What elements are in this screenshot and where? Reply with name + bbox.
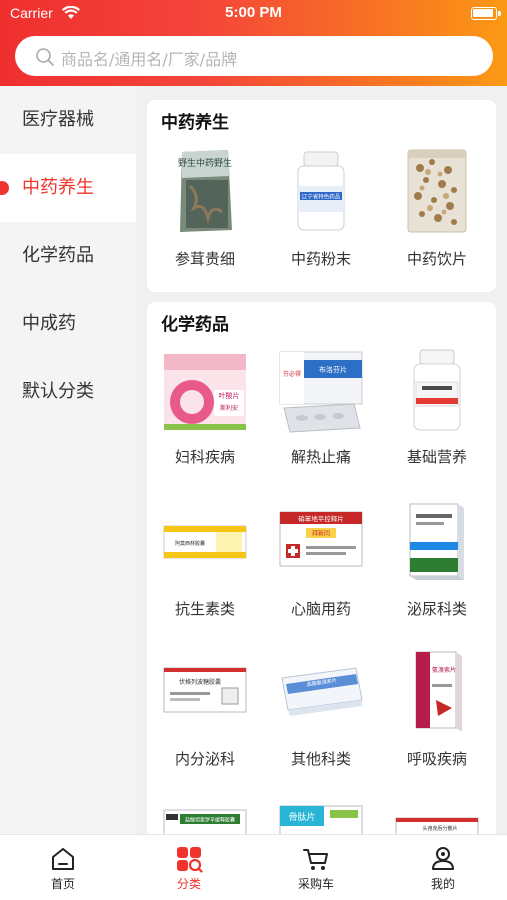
search-icon [35,47,55,71]
product-name: 中药粉末 [290,250,351,268]
section-card-tcm: 中药养生 野生中药野生 参茸贵细 辽宁省特色药品 中药粉末 中药饮片 [147,100,496,292]
product-image: 布洛芬片 芬必得 [276,346,366,436]
package-brand: 斯利安 [220,404,238,412]
package-brand: 拜新同 [312,530,330,538]
package-label: 硝苯地平控释片 [298,514,344,523]
product-name: 泌尿科类 [406,600,467,618]
package-label: 辽宁省特色药品 [302,193,341,201]
product-item[interactable]: 基础营养 [379,346,495,466]
product-image [392,146,482,236]
product-name: 基础营养 [406,448,467,466]
product-image: 伏格列波糖胶囊 [160,648,250,738]
product-image [392,498,482,588]
sidebar-item-patent-medicine[interactable]: 中成药 [0,290,136,358]
package-label: 阿莫西林胶囊 [175,540,205,547]
product-item[interactable]: 盐酸氨溴索片 其他科类 [263,648,379,768]
status-bar: Carrier 5:00 PM [0,0,507,28]
sidebar-item-chemical-drugs[interactable]: 化学药品 [0,222,136,290]
product-name: 其他科类 [290,750,351,768]
sidebar-item-label: 中成药 [22,313,76,334]
category-sidebar: 医疗器械 中药养生 化学药品 中成药 默认分类 [0,86,136,834]
search-placeholder: 商品名/通用名/厂家/品牌 [61,50,238,69]
package-label: 氨溴索片 [432,666,456,674]
product-image: 辽宁省特色药品 [276,146,366,236]
category-icon [175,845,203,873]
product-item[interactable]: 氨溴索片 呼吸疾病 [379,648,495,768]
sidebar-item-label: 默认分类 [22,381,94,402]
product-item[interactable]: 中药饮片 [379,146,495,268]
app-header: Carrier 5:00 PM 商品名/通用名/厂家/品牌 [0,0,507,86]
product-image: 野生中药野生 [160,146,250,236]
product-item[interactable]: 布洛芬片 芬必得 解热止痛 [263,346,379,466]
tab-label: 分类 [176,877,201,891]
cart-icon [302,845,330,873]
product-image: 叶酸片 斯利安 [160,346,250,436]
battery-icon [471,7,501,20]
product-item[interactable]: 盐酸坦索罗辛缓释胶囊 [147,802,263,834]
product-image: 盐酸氨溴索片 [276,648,366,738]
package-label: 伏格列波糖胶囊 [179,678,221,686]
profile-icon [429,845,457,873]
sidebar-item-label: 化学药品 [22,245,94,266]
status-time: 5:00 PM [225,4,282,21]
sidebar-item-tcm-health[interactable]: 中药养生 [0,154,136,222]
package-label: 叶酸片 [219,391,240,400]
product-image: 头孢克肟分散片 [392,802,482,834]
product-name: 呼吸疾病 [406,750,467,768]
package-label: 布洛芬片 [319,365,347,374]
package-label: 盐酸坦索罗辛缓释胶囊 [185,817,235,824]
product-image [392,346,482,436]
section-card-chemical: 化学药品 叶酸片 斯利安 妇科疾病 布洛芬片 芬必得 解热止痛 基础营养 阿莫西… [147,302,496,834]
product-name: 妇科疾病 [174,448,235,466]
search-input[interactable]: 商品名/通用名/厂家/品牌 [15,36,493,76]
bottom-tab-bar: 首页 分类 采购车 我的 [0,834,507,900]
product-item[interactable]: 头孢克肟分散片 [379,802,495,834]
tab-home[interactable]: 首页 [0,835,126,900]
section-title: 化学药品 [161,315,229,335]
product-image: 硝苯地平控释片 拜新同 [276,498,366,588]
product-name: 内分泌科 [174,750,235,768]
tab-label: 首页 [50,877,75,891]
product-item[interactable]: 叶酸片 斯利安 妇科疾病 [147,346,263,466]
product-item[interactable]: 硝苯地平控释片 拜新同 心脑用药 [263,498,379,618]
package-label: 头孢克肟分散片 [422,825,457,832]
product-item[interactable]: 泌尿科类 [379,498,495,618]
sidebar-item-label: 中药养生 [22,177,94,198]
product-name: 中药饮片 [406,250,467,268]
tab-cart[interactable]: 采购车 [253,835,379,900]
tab-profile[interactable]: 我的 [380,835,506,900]
product-name: 心脑用药 [290,600,351,618]
section-title: 中药养生 [161,113,229,133]
product-item[interactable]: 辽宁省特色药品 中药粉末 [263,146,379,268]
product-image: 盐酸坦索罗辛缓释胶囊 [160,802,250,834]
category-content: 中药养生 野生中药野生 参茸贵细 辽宁省特色药品 中药粉末 中药饮片 化学药品 … [136,86,507,834]
product-item[interactable]: 野生中药野生 参茸贵细 [147,146,263,268]
package-label: 野生中药野生 [178,157,232,169]
package-brand: 芬必得 [283,370,301,378]
product-image: 氨溴索片 [392,648,482,738]
product-item[interactable]: 阿莫西林胶囊 抗生素类 [147,498,263,618]
sidebar-item-default[interactable]: 默认分类 [0,358,136,426]
product-image: 骨肽片 [276,802,366,834]
product-image: 阿莫西林胶囊 [160,498,250,588]
active-indicator [0,181,9,195]
product-name: 参茸贵细 [174,250,235,268]
sidebar-item-label: 医疗器械 [22,109,94,130]
product-item[interactable]: 伏格列波糖胶囊 内分泌科 [147,648,263,768]
product-item[interactable]: 骨肽片 [263,802,379,834]
package-label: 骨肽片 [288,811,315,823]
product-name: 抗生素类 [174,600,235,618]
tab-category[interactable]: 分类 [126,835,252,900]
home-icon [49,845,77,873]
sidebar-item-medical-devices[interactable]: 医疗器械 [0,86,136,154]
tab-label: 采购车 [297,877,334,891]
product-name: 解热止痛 [290,448,351,466]
tab-label: 我的 [430,877,455,891]
